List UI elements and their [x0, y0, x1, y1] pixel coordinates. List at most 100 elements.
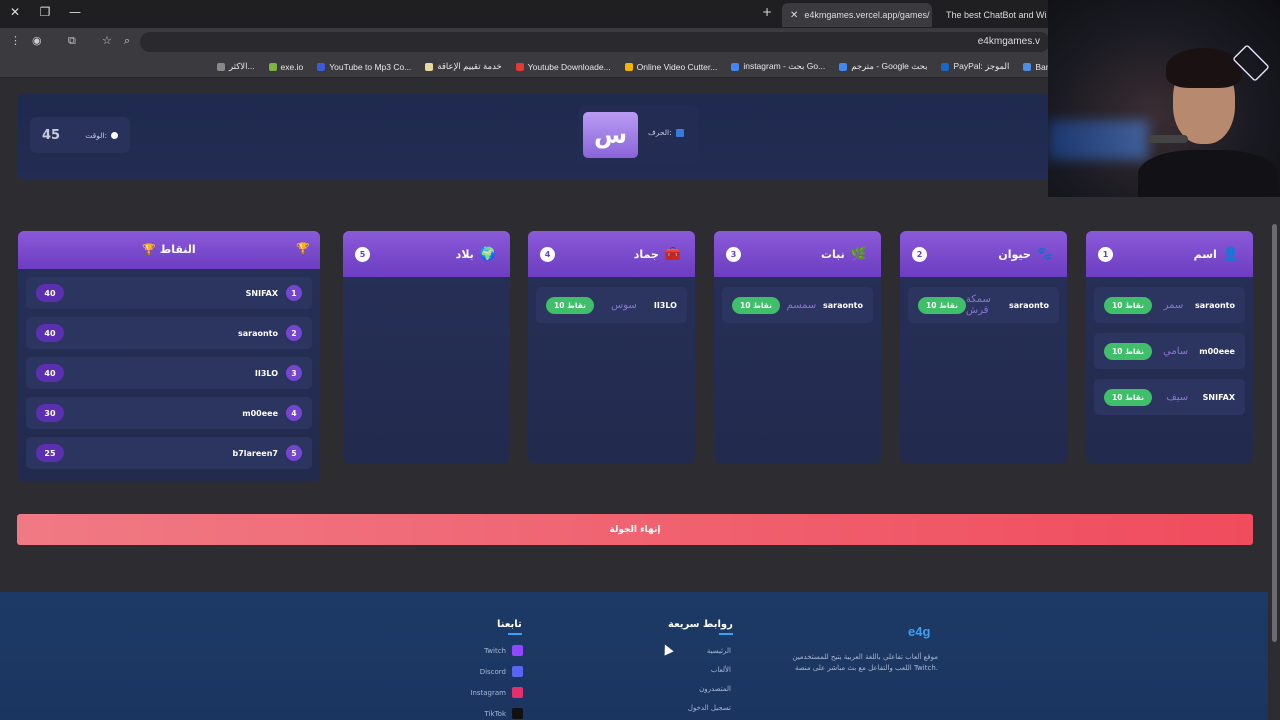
category-column: 4 جماد 🧰 10 نقاط سوس II3LO: [528, 231, 695, 463]
bookmark-label: YouTube to Mp3 Co...: [329, 61, 412, 72]
social-link[interactable]: TikTok: [485, 708, 523, 719]
profile-icon[interactable]: ◉: [32, 34, 42, 47]
answer-player: II3LO: [653, 300, 677, 310]
category-title-group: نبات 🌿: [821, 247, 867, 262]
category-number: 2: [912, 246, 927, 262]
footer-description: موقع ألعاب تفاعلي باللغة العربية يتيح لل…: [792, 653, 938, 672]
scoreboard-header: 🏆 النقاط 🏆: [18, 231, 320, 269]
bookmark-item[interactable]: Online Video Cutter...: [624, 62, 717, 72]
answer-word: سوس: [610, 299, 637, 311]
answer-player: saraonto: [1008, 300, 1049, 310]
answer-row: 10 نقاط سيف SNIFAX: [1094, 379, 1245, 415]
search-icon[interactable]: ⌕: [124, 34, 130, 48]
points-badge: 10 نقاط: [1104, 388, 1152, 406]
person-icon: 👤: [1222, 246, 1239, 262]
category-column: 5 بلاد 🌍: [343, 231, 510, 463]
footer-link[interactable]: الرئيسية: [707, 647, 731, 655]
globe-icon: 🌍: [479, 246, 496, 262]
menu-icon[interactable]: ⋮: [10, 34, 21, 47]
category-header: 5 بلاد 🌍: [343, 231, 510, 277]
timer: 45 الوقت:: [30, 117, 130, 153]
restore-window-icon[interactable]: ❐: [36, 5, 54, 19]
current-letter: س: [583, 112, 638, 158]
paw-icon: 🐾: [1036, 246, 1053, 262]
end-round-button[interactable]: إنهاء الجولة: [17, 514, 1253, 545]
letter-label: الحرف:: [648, 128, 672, 137]
category-column: 1 اسم 👤 10 نقاط سمر saraonto 10 نقاط سامي m00eee…: [1086, 231, 1253, 463]
category-number: 5: [355, 246, 370, 262]
extensions-icon[interactable]: ⧉: [68, 34, 76, 48]
social-label: Instagram: [470, 688, 506, 697]
bookmark-item[interactable]: خدمة تقييم الإعاقة: [425, 61, 502, 72]
bookmark-item[interactable]: الاكثر...: [216, 61, 255, 72]
answer-word: سمكة قرش: [965, 294, 991, 316]
minimize-window-icon[interactable]: —: [66, 5, 84, 19]
scrollbar-thumb[interactable]: [1272, 224, 1277, 642]
player-name: II3LO: [254, 368, 278, 378]
bookmark-item[interactable]: مترجم - Google بحث: [839, 61, 927, 72]
star-icon[interactable]: ☆: [102, 34, 112, 47]
footer-link[interactable]: المتصدرون: [699, 685, 731, 693]
social-link[interactable]: Discord: [480, 666, 523, 677]
bookmark-item[interactable]: YouTube to Mp3 Co...: [317, 62, 411, 72]
bookmark-favicon-icon: [216, 62, 225, 71]
discord-icon: [512, 666, 523, 677]
bookmark-label: الاكثر...: [228, 61, 255, 71]
webcam-overlay: [1048, 0, 1280, 197]
tab-inactive[interactable]: The best ChatBot and Wi: [938, 3, 1048, 27]
answer-player: saraonto: [1194, 300, 1235, 310]
clock-icon: [111, 131, 118, 139]
bookmark-favicon-icon: [839, 62, 848, 71]
score-player: b7lareen7 5: [233, 445, 302, 461]
score-row: 25 b7lareen7 5: [26, 437, 312, 469]
score-value: 40: [36, 364, 64, 382]
bookmark-favicon-icon: [731, 62, 740, 71]
score-value: 25: [36, 444, 64, 462]
score-player: II3LO 3: [255, 365, 302, 381]
player-name: saraonto: [237, 328, 278, 338]
social-label: TikTok: [484, 709, 506, 718]
timer-label: الوقت:: [85, 130, 107, 140]
toolbox-icon: 🧰: [664, 246, 681, 262]
points-badge: 10 نقاط: [546, 296, 594, 314]
bookmark-item[interactable]: Youtube Downloade...: [515, 62, 611, 72]
answer-player: m00eee: [1199, 346, 1235, 356]
social-link[interactable]: Instagram: [470, 687, 523, 698]
bookmark-favicon-icon: [624, 62, 633, 71]
timer-label-group: الوقت:: [85, 131, 118, 140]
category-title: نبات: [821, 247, 845, 261]
webcam-background-light: [1048, 120, 1148, 160]
bookmark-favicon-icon: [515, 62, 524, 71]
site-footer: e4g موقع ألعاب تفاعلي باللغة العربية يتي…: [0, 592, 1268, 720]
score-player: saraonto 2: [238, 325, 302, 341]
follow-title: تابعنا: [497, 619, 522, 635]
new-tab-icon[interactable]: +: [758, 5, 776, 19]
close-window-icon[interactable]: ✕: [6, 5, 24, 19]
social-link[interactable]: Twitch: [484, 645, 523, 656]
category-column: 3 نبات 🌿 10 نقاط سمسم saraonto: [714, 231, 881, 463]
bookmark-label: مترجم - Google بحث: [851, 61, 928, 71]
bookmark-item[interactable]: exe.io: [268, 61, 304, 72]
footer-link[interactable]: تسجيل الدخول: [688, 704, 731, 712]
webcam-headset: [1148, 135, 1188, 143]
letter-label-group: الحرف:: [648, 128, 684, 137]
player-name: SNIFAX: [245, 288, 278, 298]
social-label: Discord: [479, 667, 506, 676]
category-title: جماد: [633, 247, 659, 261]
answer-word: سامي: [1163, 345, 1189, 357]
bookmark-item[interactable]: PayPal: الموجز: [941, 61, 1009, 72]
bookmark-favicon-icon: [1023, 62, 1032, 71]
footer-link[interactable]: الألعاب: [711, 666, 731, 674]
answer-row: 10 نقاط سمكة قرش saraonto: [908, 287, 1059, 323]
bookmark-item[interactable]: instagram - بحث Go...: [731, 61, 825, 72]
close-tab-icon[interactable]: ✕: [790, 10, 798, 21]
tab-active[interactable]: ✕ e4kmgames.vercel.app/games/: [782, 3, 932, 27]
bookmark-label: exe.io: [280, 61, 304, 72]
webcam-person-hair: [1166, 48, 1242, 88]
bookmark-favicon-icon: [941, 62, 950, 71]
points-badge: 10 نقاط: [918, 296, 966, 314]
footer-brand[interactable]: e4g: [908, 624, 930, 639]
bookmark-favicon-icon: [317, 62, 326, 71]
url-field[interactable]: e4kmgames.v: [140, 32, 1050, 52]
category-column: 2 حيوان 🐾 10 نقاط سمكة قرش saraonto: [900, 231, 1067, 463]
